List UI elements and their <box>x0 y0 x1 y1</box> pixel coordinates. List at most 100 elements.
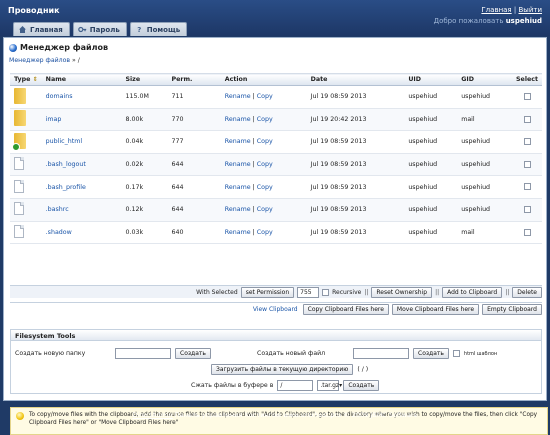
select-cell <box>512 221 542 245</box>
size-cell: 0.02k <box>121 153 168 177</box>
tab-help[interactable]: ? Помощь <box>129 22 188 36</box>
view-clipboard-link[interactable]: View Clipboard <box>253 306 298 313</box>
copy-link[interactable]: Copy <box>257 206 273 213</box>
file-name-link[interactable]: public_html <box>46 138 82 145</box>
new-file-input[interactable] <box>353 348 409 359</box>
add-to-clipboard-button[interactable]: Add to Clipboard <box>442 286 503 298</box>
file-icon[interactable] <box>14 202 24 216</box>
recursive-label: Recursive <box>332 288 362 296</box>
html-template-checkbox[interactable] <box>452 350 460 357</box>
move-clipboard-here-button[interactable]: Move Clipboard Files here <box>391 303 480 315</box>
column-header-uid[interactable]: UID <box>404 73 458 86</box>
size-cell: 0.04k <box>121 130 168 154</box>
chevron-down-icon: ▾ <box>339 382 343 389</box>
delete-button[interactable]: Delete <box>512 286 542 298</box>
select-checkbox[interactable] <box>523 160 531 168</box>
size-cell: 0.12k <box>121 198 168 222</box>
action-cell: Rename | Copy <box>220 175 307 199</box>
column-header-name[interactable]: Name <box>41 73 122 86</box>
rename-link[interactable]: Rename <box>225 206 251 213</box>
file-name-link[interactable]: .bashrc <box>46 206 69 213</box>
copy-link[interactable]: Copy <box>257 229 273 236</box>
new-folder-row: Создать новую папку Создать <box>15 348 211 359</box>
breadcrumb-file-manager[interactable]: Менеджер файлов <box>9 57 70 64</box>
column-header-type[interactable]: Type ⇕ <box>10 73 42 86</box>
select-checkbox[interactable] <box>523 115 531 123</box>
permission-input[interactable]: 755 <box>297 286 320 298</box>
select-checkbox[interactable] <box>523 183 531 191</box>
folder-icon[interactable] <box>14 110 26 127</box>
app-title: Проводник <box>8 6 60 15</box>
date-cell: Jul 19 08:59 2013 <box>306 175 405 199</box>
column-header-gid[interactable]: GID <box>457 73 513 86</box>
set-permission-button[interactable]: set Permission <box>240 286 295 298</box>
copy-link[interactable]: Copy <box>257 161 273 168</box>
select-checkbox[interactable] <box>523 206 531 214</box>
column-header-date[interactable]: Date <box>306 73 405 86</box>
footer: DirectAdmin Панель управления Хостингом … <box>0 404 550 425</box>
name-cell: imap <box>41 108 122 132</box>
rename-link[interactable]: Rename <box>225 229 251 236</box>
logout-link[interactable]: Выйти <box>518 6 542 14</box>
copy-link[interactable]: Copy <box>257 138 273 145</box>
archive-type-value: .tar.gz <box>320 382 340 389</box>
file-name-link[interactable]: domains <box>46 93 73 100</box>
tab-password[interactable]: Пароль <box>72 22 127 36</box>
action-cell: Rename | Copy <box>220 85 307 109</box>
rename-link[interactable]: Rename <box>225 93 251 100</box>
compress-row: Сжать файлы в буфере в / .tar.gz ▾ Созда… <box>191 380 380 391</box>
create-file-button[interactable]: Создать <box>413 348 449 359</box>
perm-cell: 640 <box>167 221 221 245</box>
reset-ownership-button[interactable]: Reset Ownership <box>371 286 433 298</box>
compress-button[interactable]: Создать <box>343 380 380 391</box>
name-cell: domains <box>41 85 122 109</box>
column-header-select: Select <box>512 73 542 86</box>
username: uspehiud <box>505 17 542 25</box>
file-icon[interactable] <box>14 224 24 238</box>
file-name-link[interactable]: .bash_logout <box>46 161 86 168</box>
rename-link[interactable]: Rename <box>225 161 251 168</box>
archive-type-select[interactable]: .tar.gz ▾ <box>317 380 343 391</box>
copy-clipboard-here-button[interactable]: Copy Clipboard Files here <box>302 303 389 315</box>
file-name-link[interactable]: .shadow <box>46 229 72 236</box>
new-folder-label: Создать новую папку <box>15 350 86 357</box>
date-cell: Jul 19 08:59 2013 <box>306 198 405 222</box>
name-cell: .bash_profile <box>41 175 122 199</box>
select-checkbox[interactable] <box>523 228 531 236</box>
column-header-size[interactable]: Size <box>121 73 168 86</box>
rename-link[interactable]: Rename <box>225 138 251 145</box>
compress-path-input[interactable]: / <box>277 380 314 391</box>
file-table: Type ⇕ Name Size Perm. Action Date UID G… <box>10 73 542 245</box>
home-link[interactable]: Главная <box>481 6 511 14</box>
column-header-perm[interactable]: Perm. <box>167 73 221 86</box>
upload-files-button[interactable]: Загрузить файлы в текущую директорию <box>211 364 354 375</box>
select-cell <box>512 175 542 199</box>
table-row: domains 115.0M 711 Rename | Copy Jul 19 … <box>10 85 542 109</box>
recursive-checkbox[interactable] <box>322 288 330 296</box>
copy-link[interactable]: Copy <box>257 116 273 123</box>
tab-home[interactable]: Главная <box>13 22 70 36</box>
file-name-link[interactable]: .bash_profile <box>46 184 86 191</box>
empty-clipboard-button[interactable]: Empty Clipboard <box>482 303 542 315</box>
gid-cell: uspehiud <box>457 175 513 199</box>
directadmin-link[interactable]: DirectAdmin <box>132 411 172 419</box>
rename-link[interactable]: Rename <box>225 184 251 191</box>
name-cell: public_html <box>41 130 122 154</box>
select-checkbox[interactable] <box>523 138 531 146</box>
gid-cell: uspehiud <box>457 153 513 177</box>
file-name-link[interactable]: imap <box>46 116 62 123</box>
rename-link[interactable]: Rename <box>225 116 251 123</box>
copy-link[interactable]: Copy <box>257 184 273 191</box>
linked-folder-icon[interactable] <box>12 132 26 151</box>
folder-icon[interactable] <box>14 87 26 104</box>
table-row: .bash_logout 0.02k 644 Rename | Copy Jul… <box>10 153 542 177</box>
table-row: .shadow 0.03k 640 Rename | Copy Jul 19 0… <box>10 221 542 245</box>
new-folder-input[interactable] <box>115 348 171 359</box>
file-icon[interactable] <box>14 179 24 193</box>
file-icon[interactable] <box>14 157 24 171</box>
copy-link[interactable]: Copy <box>257 93 273 100</box>
action-cell: Rename | Copy <box>220 130 307 154</box>
size-cell: 0.17k <box>121 175 168 199</box>
select-checkbox[interactable] <box>523 93 531 101</box>
create-folder-button[interactable]: Создать <box>175 348 211 359</box>
